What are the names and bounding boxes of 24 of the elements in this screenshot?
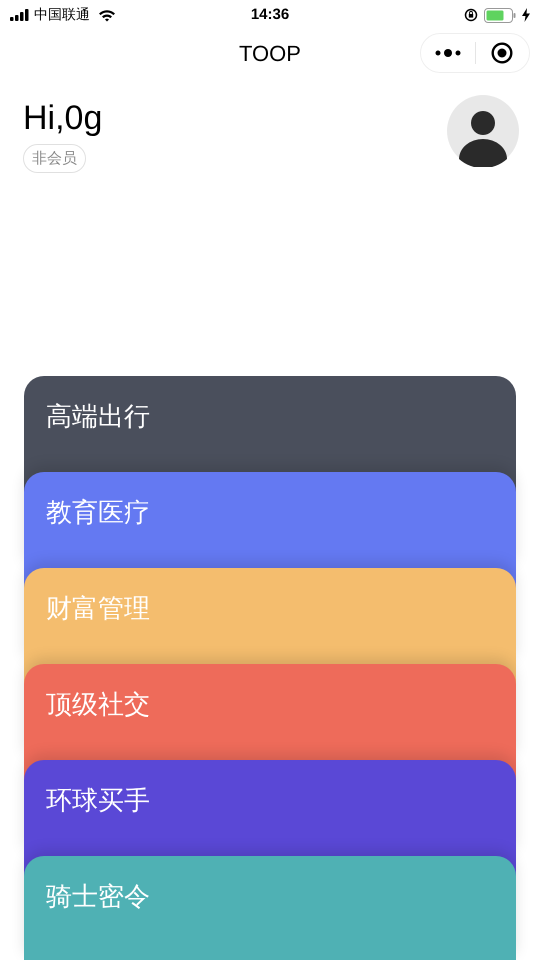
- category-card[interactable]: 高端出行: [24, 376, 516, 472]
- more-icon: [434, 49, 461, 57]
- category-title: 高端出行: [46, 400, 150, 434]
- avatar-icon[interactable]: [447, 95, 519, 167]
- greeting-text: Hi,0g: [23, 98, 102, 138]
- charging-icon: [522, 8, 530, 22]
- signal-icon: [10, 9, 30, 21]
- clock-time: 14:36: [250, 4, 290, 25]
- battery-icon: [484, 8, 516, 22]
- category-card[interactable]: 教育医疗: [24, 472, 516, 568]
- category-title: 顶级社交: [46, 688, 150, 722]
- membership-badge: 非会员: [23, 144, 86, 172]
- page-title: TOOP: [239, 40, 301, 68]
- wifi-icon: [98, 8, 116, 22]
- carrier-name: 中国联通: [34, 6, 90, 24]
- category-card[interactable]: 顶级社交: [24, 664, 516, 760]
- category-card[interactable]: 环球买手: [24, 760, 516, 856]
- category-title: 财富管理: [46, 592, 150, 626]
- category-title: 教育医疗: [46, 496, 150, 530]
- target-icon: [491, 42, 514, 64]
- category-card[interactable]: 骑士密令: [24, 856, 516, 960]
- category-title: 环球买手: [46, 784, 150, 818]
- rotation-lock-icon: [464, 8, 478, 22]
- category-title: 骑士密令: [46, 880, 150, 914]
